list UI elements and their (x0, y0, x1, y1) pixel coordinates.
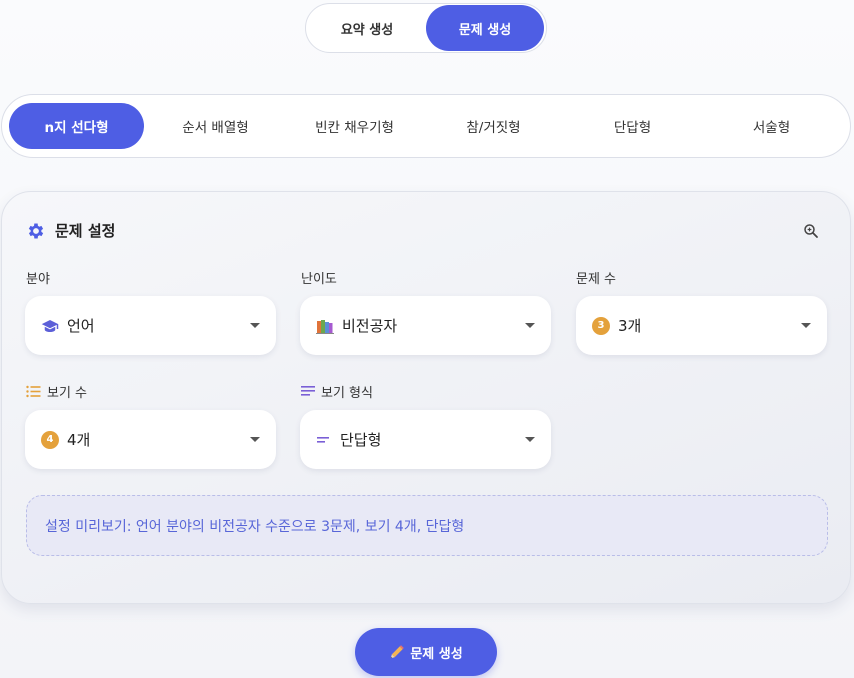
options-value: 4개 (67, 431, 91, 449)
tab-ordering[interactable]: 순서 배열형 (148, 103, 283, 149)
difficulty-value: 비전공자 (342, 317, 398, 335)
options-label-text: 보기 수 (47, 386, 88, 401)
count-label: 문제 수 (576, 268, 616, 287)
generate-button[interactable]: 문제 생성 (355, 628, 497, 676)
mode-toggle: 요약 생성 문제 생성 (305, 3, 547, 53)
chevron-down-icon (525, 323, 535, 328)
books-icon (316, 319, 334, 334)
format-label: 보기 형식 (301, 382, 373, 401)
format-value: 단답형 (340, 431, 382, 449)
difficulty-label-text: 난이도 (301, 272, 337, 287)
difficulty-label: 난이도 (301, 268, 337, 287)
format-select[interactable]: 단답형 (300, 410, 551, 469)
field-value: 언어 (67, 317, 95, 335)
summary-mode-button[interactable]: 요약 생성 (308, 5, 426, 51)
chevron-down-icon (525, 437, 535, 442)
zoom-in-icon[interactable] (802, 222, 820, 240)
count-number-badge: 3 (592, 316, 610, 335)
difficulty-select[interactable]: 비전공자 (300, 296, 551, 355)
count-value: 3개 (618, 317, 642, 335)
generate-mode-button[interactable]: 문제 생성 (426, 5, 544, 51)
settings-title: 문제 설정 (55, 222, 116, 240)
settings-preview: 설정 미리보기: 언어 분야의 비전공자 수준으로 3문제, 보기 4개, 단답… (26, 495, 828, 556)
options-number-badge: 4 (41, 430, 59, 449)
options-label: 보기 수 (26, 382, 87, 401)
preview-text: 설정 미리보기: 언어 분야의 비전공자 수준으로 3문제, 보기 4개, 단답… (45, 518, 465, 535)
options-select[interactable]: 4 4개 (25, 410, 276, 469)
chevron-down-icon (250, 323, 260, 328)
short-text-icon (317, 436, 329, 443)
settings-card: 문제 설정 분야 난이도 문제 수 언어 비전공자 3 3개 보기 수 보기 형… (1, 191, 851, 604)
count-label-text: 문제 수 (576, 272, 617, 287)
field-select[interactable]: 언어 (25, 296, 276, 355)
chevron-down-icon (250, 437, 260, 442)
tab-essay[interactable]: 서술형 (704, 103, 839, 149)
list-icon (26, 385, 41, 398)
chevron-down-icon (801, 323, 811, 328)
graduation-cap-icon (41, 319, 59, 332)
tab-fill-blank[interactable]: 빈칸 채우기형 (287, 103, 422, 149)
tab-multiple-choice[interactable]: n지 선다형 (9, 103, 144, 149)
question-type-tabs: n지 선다형 순서 배열형 빈칸 채우기형 참/거짓형 단답형 서술형 (1, 94, 851, 158)
gear-icon (28, 223, 44, 238)
count-select[interactable]: 3 3개 (576, 296, 827, 355)
tab-true-false[interactable]: 참/거짓형 (426, 103, 561, 149)
generate-button-label: 문제 생성 (410, 646, 463, 662)
pencil-icon (391, 644, 405, 658)
settings-header: 문제 설정 (26, 220, 115, 241)
tab-short-answer[interactable]: 단답형 (565, 103, 700, 149)
field-label-text: 분야 (26, 272, 50, 287)
field-label: 분야 (26, 268, 50, 287)
format-label-text: 보기 형식 (321, 386, 373, 401)
text-lines-icon (301, 386, 315, 396)
